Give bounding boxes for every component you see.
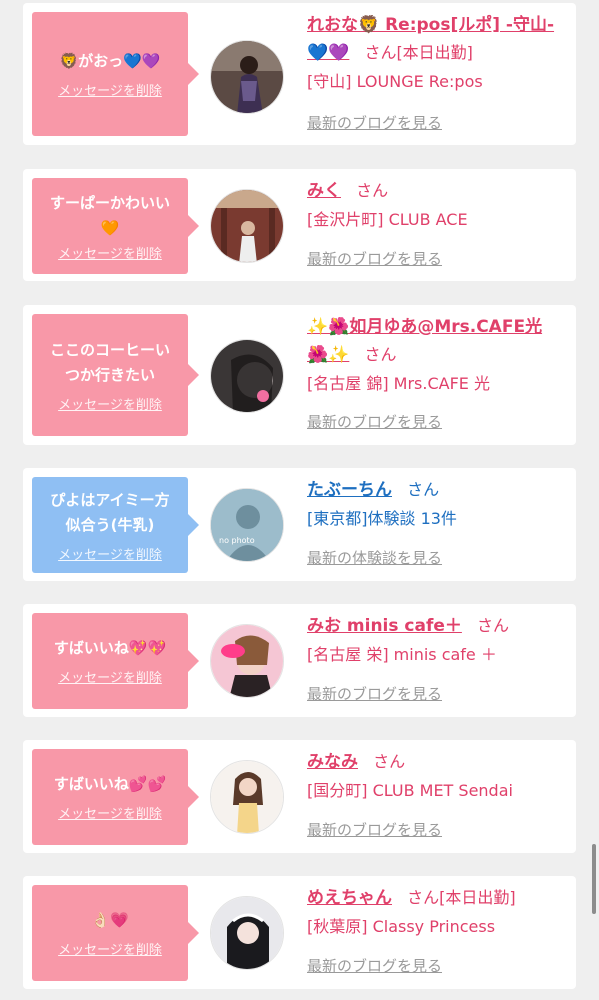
no-photo-icon: no photo (211, 489, 283, 561)
shop-label: [秋葉原] Classy Princess (307, 917, 496, 936)
shop-label: [名古屋 栄] minis cafe ＋ (307, 645, 497, 664)
message-text: すーぱーかわいい (49, 193, 170, 212)
message-bubble: すばいいね💖💖 メッセージを削除 (32, 613, 199, 709)
profile-name-link[interactable]: みく (307, 181, 341, 201)
shop-label: [名古屋 錦] Mrs.CAFE 光 (307, 374, 490, 393)
delete-message-link[interactable]: メッセージを削除 (58, 803, 162, 822)
delete-message-link[interactable]: メッセージを削除 (58, 394, 162, 413)
scrollbar[interactable] (592, 844, 596, 914)
delete-message-link[interactable]: メッセージを削除 (58, 544, 162, 563)
shop-label: [守山] LOUNGE Re:pos (307, 72, 483, 91)
profile-name-link[interactable]: れおな🦁 Re:pos[ルポ] -守山- (307, 15, 554, 35)
avatar-photo (211, 625, 283, 697)
avatar-photo (211, 190, 283, 262)
avatar[interactable] (210, 760, 284, 834)
honorific: さん (407, 480, 440, 499)
avatar[interactable] (210, 189, 284, 263)
message-bubble: ここのコーヒーい つか行きたい メッセージを削除 (32, 314, 199, 436)
profile-name-link[interactable]: みなみ (307, 752, 358, 772)
honorific: さん (477, 616, 510, 635)
message-text: ここのコーヒーい (49, 340, 170, 359)
delete-message-link[interactable]: メッセージを削除 (58, 243, 162, 262)
avatar-photo (211, 897, 283, 969)
profile-info: みく さん [金沢片町] CLUB ACE 最新のブログを見る (307, 169, 570, 268)
blog-link[interactable]: 最新のブログを見る (307, 819, 442, 840)
message-text: すばいいね💕💕 (53, 775, 167, 793)
blog-link[interactable]: 最新のブログを見る (307, 248, 442, 269)
avatar-photo (211, 340, 283, 412)
honorific: さん (364, 345, 397, 364)
avatar-photo (211, 41, 283, 113)
profile-info: みなみ さん [国分町] CLUB MET Sendai 最新のブログを見る (307, 740, 570, 839)
message-bubble: すーぱーかわいい 🧡 メッセージを削除 (32, 178, 199, 274)
profile-info: たぶーちん さん [東京都]体験談 13件 最新の体験談を見る (307, 468, 570, 567)
delete-message-link[interactable]: メッセージを削除 (58, 939, 162, 958)
profile-card: 👌🏻💗 メッセージを削除 めえちゃん さん[本日出勤] [秋葉原] Classy… (23, 876, 576, 989)
honorific-status: さん[本日出勤] (364, 43, 473, 62)
avatar[interactable] (210, 896, 284, 970)
profile-card: 🦁がおっ💙💜 メッセージを削除 れおな🦁 Re:pos[ルポ] -守山- 💙💜 … (23, 3, 576, 145)
message-text: ぴよはアイミー方 (50, 490, 170, 509)
profile-name-link[interactable]: みお minis cafe＋ (307, 616, 462, 636)
profile-card: ここのコーヒーい つか行きたい メッセージを削除 ✨🌺如月ゆあ@Mrs.CAFE… (23, 305, 576, 445)
profile-card: すーぱーかわいい 🧡 メッセージを削除 みく さん [金沢片町] CLUB AC… (23, 169, 576, 281)
blog-link[interactable]: 最新のブログを見る (307, 683, 442, 704)
shop-label: [金沢片町] CLUB ACE (307, 210, 468, 229)
profile-name-emoji[interactable]: 🌺✨ (307, 345, 349, 365)
profile-name-emoji[interactable]: 💙💜 (307, 43, 349, 63)
avatar[interactable]: no photo (210, 488, 284, 562)
message-text: 👌🏻💗 (91, 911, 129, 929)
blog-link[interactable]: 最新のブログを見る (307, 955, 442, 976)
message-text: 🦁がおっ💙💜 (59, 52, 161, 70)
profile-card: すばいいね💖💖 メッセージを削除 みお minis cafe＋ さん [名古屋 … (23, 604, 576, 717)
profile-info: めえちゃん さん[本日出勤] [秋葉原] Classy Princess 最新の… (307, 876, 570, 975)
profile-card: すばいいね💕💕 メッセージを削除 みなみ さん [国分町] CLUB MET S… (23, 740, 576, 853)
review-count-label: [東京都]体験談 13件 (307, 509, 457, 528)
profile-info: みお minis cafe＋ さん [名古屋 栄] minis cafe ＋ 最… (307, 604, 570, 703)
message-bubble: ぴよはアイミー方 似合う(牛乳) メッセージを削除 (32, 477, 199, 573)
honorific: さん (356, 181, 389, 200)
avatar[interactable] (210, 624, 284, 698)
profile-name-link[interactable]: ✨🌺如月ゆあ@Mrs.CAFE光 (307, 317, 542, 337)
profile-info: れおな🦁 Re:pos[ルポ] -守山- 💙💜 さん[本日出勤] [守山] LO… (307, 3, 570, 132)
message-bubble: 👌🏻💗 メッセージを削除 (32, 885, 199, 981)
message-text-line2: つか行きたい (64, 365, 155, 384)
delete-message-link[interactable]: メッセージを削除 (58, 667, 162, 686)
message-bubble: 🦁がおっ💙💜 メッセージを削除 (32, 12, 199, 136)
honorific-status: さん[本日出勤] (407, 888, 516, 907)
message-text-line2: 🧡 (100, 218, 120, 237)
profile-name-link[interactable]: たぶーちん (307, 480, 392, 500)
review-link[interactable]: 最新の体験談を見る (307, 547, 442, 568)
avatar[interactable] (210, 40, 284, 114)
blog-link[interactable]: 最新のブログを見る (307, 411, 442, 432)
delete-message-link[interactable]: メッセージを削除 (58, 80, 162, 99)
message-text: すばいいね💖💖 (53, 639, 167, 657)
shop-label: [国分町] CLUB MET Sendai (307, 781, 513, 800)
blog-link[interactable]: 最新のブログを見る (307, 112, 442, 133)
profile-name-link[interactable]: めえちゃん (307, 888, 392, 908)
honorific: さん (373, 752, 406, 771)
no-photo-label: no photo (219, 536, 255, 545)
avatar[interactable] (210, 339, 284, 413)
profile-info: ✨🌺如月ゆあ@Mrs.CAFE光 🌺✨ さん [名古屋 錦] Mrs.CAFE … (307, 305, 570, 431)
profile-card: ぴよはアイミー方 似合う(牛乳) メッセージを削除 no photo たぶーちん… (23, 468, 576, 581)
message-bubble: すばいいね💕💕 メッセージを削除 (32, 749, 199, 845)
message-text-line2: 似合う(牛乳) (65, 515, 155, 534)
avatar-photo (211, 761, 283, 833)
